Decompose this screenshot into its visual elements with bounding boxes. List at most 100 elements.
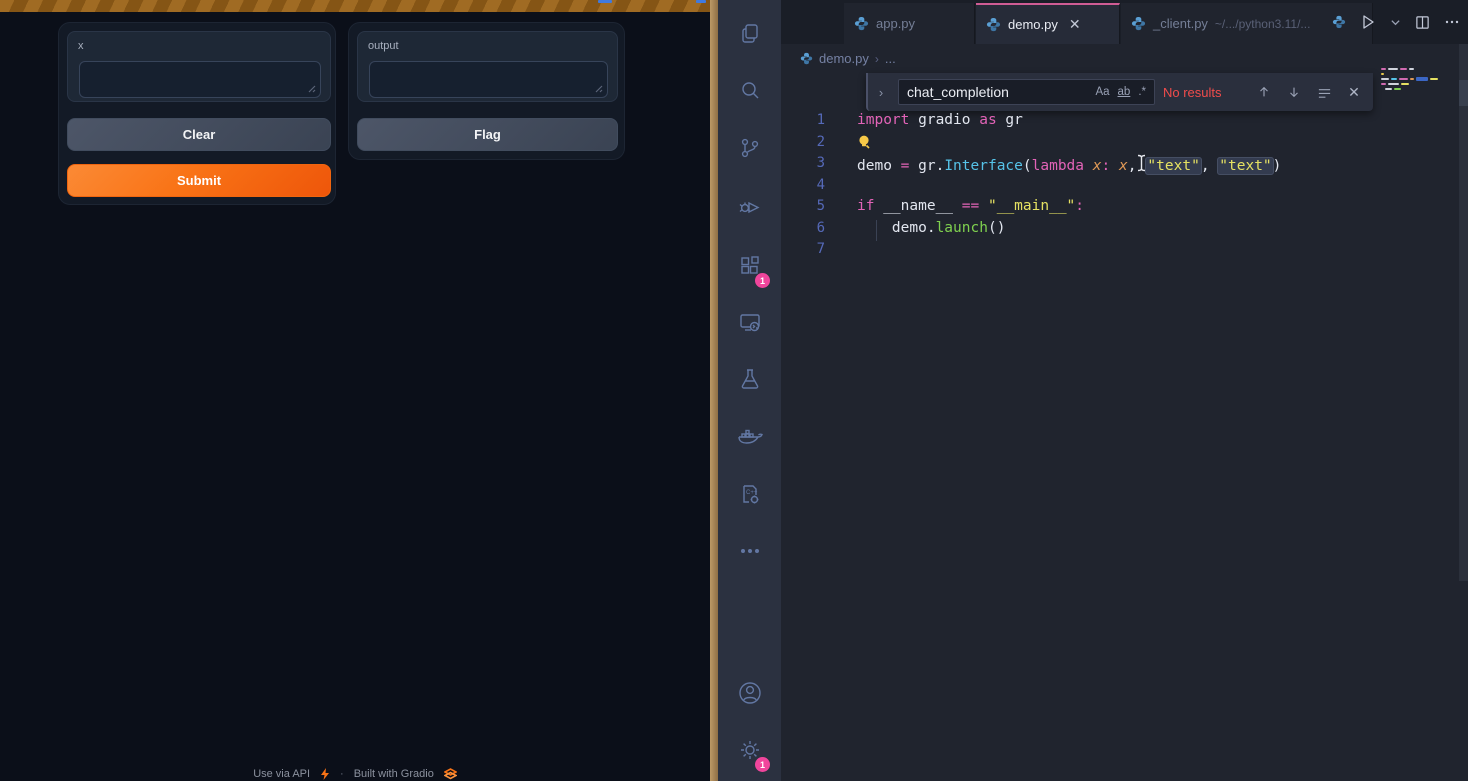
editor-actions — [1332, 0, 1460, 44]
line-number: 1 — [798, 112, 825, 134]
code-line[interactable] — [857, 177, 1448, 199]
code-token: ) — [1273, 158, 1282, 174]
code-token: : — [1101, 158, 1110, 174]
python-icon — [986, 17, 1001, 32]
output-label: output — [368, 40, 399, 52]
toggle-replace-chevron-icon[interactable]: › — [872, 85, 890, 100]
flag-button[interactable]: Flag — [357, 118, 618, 151]
code-line[interactable]: import gradio as gr — [857, 112, 1448, 134]
whole-word-toggle[interactable]: ab — [1114, 84, 1135, 100]
sidebar-item-settings[interactable]: 1 — [718, 726, 781, 774]
editor-scrollbar[interactable] — [1459, 44, 1468, 581]
submit-button[interactable]: Submit — [67, 164, 331, 197]
line-number: 6 — [798, 220, 825, 242]
find-results-status: No results — [1163, 85, 1222, 100]
built-with-gradio-link[interactable]: Built with Gradio — [354, 768, 434, 780]
python-icon — [854, 16, 869, 31]
sidebar-item-account[interactable] — [718, 669, 781, 717]
sidebar-item-extensions[interactable]: 1 — [718, 242, 781, 290]
code-token: : — [1075, 198, 1084, 214]
account-icon — [737, 680, 763, 706]
code-line[interactable]: demo = gr.Interface(lambda x: x,"text", … — [857, 155, 1448, 177]
tab-label: app.py — [876, 16, 915, 31]
indent-guide — [876, 220, 877, 241]
split-editor-button[interactable] — [1415, 15, 1430, 30]
python-icon — [1131, 16, 1146, 31]
sidebar-item-run-debug[interactable] — [718, 183, 781, 231]
code-token: demo. — [857, 220, 936, 236]
tab-app-py[interactable]: app.py — [844, 3, 975, 44]
output-panel: output Flag — [348, 22, 625, 160]
output-textbox-block: output — [357, 31, 618, 102]
sidebar-item-explorer[interactable] — [718, 10, 781, 58]
code-token: "__main__" — [988, 198, 1075, 214]
next-match-button[interactable] — [1283, 85, 1305, 99]
search-icon — [738, 79, 762, 103]
code-line[interactable]: demo.launch() — [857, 220, 1448, 242]
sidebar-item-search[interactable] — [718, 67, 781, 115]
vscode-window: 1 — [718, 0, 1468, 781]
code-line[interactable] — [857, 241, 1448, 263]
screen: x Clear Submit output Flag Use via API — [0, 0, 1468, 781]
input-textarea[interactable] — [79, 61, 321, 98]
run-file-button[interactable] — [1360, 14, 1376, 30]
close-find-button[interactable]: ✕ — [1343, 84, 1365, 101]
line-number: 3 — [798, 155, 825, 177]
text-cursor-icon — [1136, 154, 1147, 172]
find-input[interactable]: chat_completion Aa ab .* — [898, 79, 1155, 105]
code-token: __name__ — [874, 198, 961, 214]
lightbulb-icon[interactable] — [857, 134, 872, 150]
line-number: 4 — [798, 177, 825, 199]
gutter: 1234567 — [798, 112, 825, 263]
title-bar-blue-fragment — [598, 0, 612, 3]
beaker-icon — [738, 367, 762, 391]
code-token: , — [1201, 158, 1218, 174]
breadcrumb[interactable]: demo.py › ... — [781, 44, 1468, 73]
sidebar-item-cpp-tools[interactable]: C++ — [718, 470, 781, 518]
find-in-selection-button[interactable] — [1313, 85, 1335, 100]
code-token: Interface — [944, 158, 1023, 174]
code-line[interactable]: if __name__ == "__main__": — [857, 198, 1448, 220]
clear-button[interactable]: Clear — [67, 118, 331, 151]
code-token: "text" — [1217, 157, 1273, 175]
breadcrumb-file[interactable]: demo.py — [819, 51, 869, 66]
line-number: 7 — [798, 241, 825, 263]
code-token: == — [962, 198, 979, 214]
tab-close-icon[interactable]: ✕ — [1069, 16, 1081, 33]
code-token: launch — [936, 220, 988, 236]
run-dropdown-chevron-icon[interactable] — [1390, 17, 1401, 28]
tab-bar: app.py demo.py ✕ _client.py ~/.../python… — [781, 0, 1468, 44]
ellipsis-icon — [738, 539, 762, 563]
remote-explorer-icon — [737, 309, 763, 335]
use-via-api-link[interactable]: Use via API — [253, 768, 310, 780]
line-number: 5 — [798, 198, 825, 220]
breadcrumb-more[interactable]: ... — [885, 51, 896, 66]
code-token: "text" — [1145, 157, 1201, 175]
code-token: , — [1128, 158, 1137, 174]
more-actions-button[interactable] — [1444, 14, 1460, 30]
quick-fix-lightbulb[interactable] — [857, 134, 872, 154]
sidebar-item-docker[interactable] — [718, 413, 781, 461]
code-token: import — [857, 112, 909, 128]
output-textarea[interactable] — [369, 61, 608, 98]
regex-toggle[interactable]: .* — [1134, 84, 1150, 100]
match-case-toggle[interactable]: Aa — [1091, 84, 1113, 100]
scrollbar-slider[interactable] — [1459, 80, 1468, 106]
python-interpreter-icon[interactable] — [1332, 15, 1346, 29]
window-divider[interactable] — [710, 0, 718, 781]
gradio-footer: Use via API · Built with Gradio — [0, 768, 710, 781]
sidebar-item-more[interactable] — [718, 527, 781, 575]
docker-icon — [736, 425, 764, 449]
minimap[interactable] — [1381, 68, 1456, 92]
sidebar-item-remote-explorer[interactable] — [718, 298, 781, 346]
find-query-text[interactable]: chat_completion — [907, 84, 1091, 100]
code-token: x — [1119, 158, 1128, 174]
gradio-app-pane: x Clear Submit output Flag Use via API — [0, 0, 710, 781]
python-icon — [800, 52, 813, 65]
code-line[interactable] — [857, 134, 1448, 156]
sidebar-item-testing[interactable] — [718, 355, 781, 403]
code-token — [1084, 158, 1093, 174]
tab-demo-py[interactable]: demo.py ✕ — [976, 3, 1120, 44]
sidebar-item-source-control[interactable] — [718, 124, 781, 172]
previous-match-button[interactable] — [1253, 85, 1275, 99]
